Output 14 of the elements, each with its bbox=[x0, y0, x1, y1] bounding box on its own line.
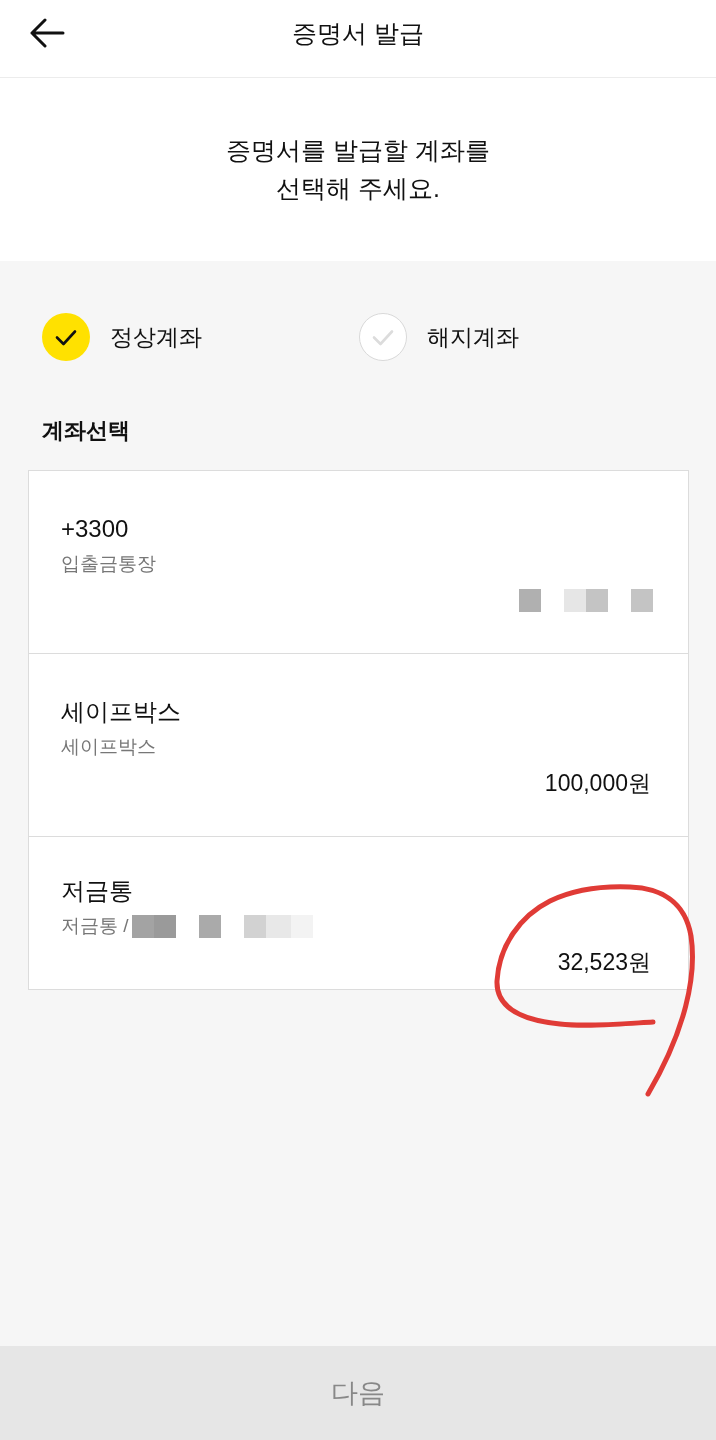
account-name: 저금통 bbox=[61, 876, 134, 906]
account-subtitle: 입출금통장 bbox=[61, 552, 156, 576]
account-balance: 32,523원 bbox=[557, 948, 651, 977]
screen-title: 증명서 발급 bbox=[291, 18, 425, 49]
account-name: 세이프박스 bbox=[61, 697, 182, 727]
account-type-radio[interactable]: 정상계좌 bbox=[42, 313, 202, 361]
account-type-radio[interactable]: 해지계좌 bbox=[359, 313, 519, 361]
account-subtitle: 세이프박스 bbox=[61, 735, 156, 759]
account-name: +3300 bbox=[61, 514, 130, 544]
account-subtitle: 저금통 / bbox=[61, 914, 129, 938]
instruction-text: 증명서를 발급할 계좌를 선택해 주세요. bbox=[225, 135, 491, 204]
section-heading: 계좌선택 bbox=[42, 417, 131, 445]
account-balance: 100,000원 bbox=[544, 769, 651, 798]
back-arrow-icon bbox=[29, 18, 65, 48]
